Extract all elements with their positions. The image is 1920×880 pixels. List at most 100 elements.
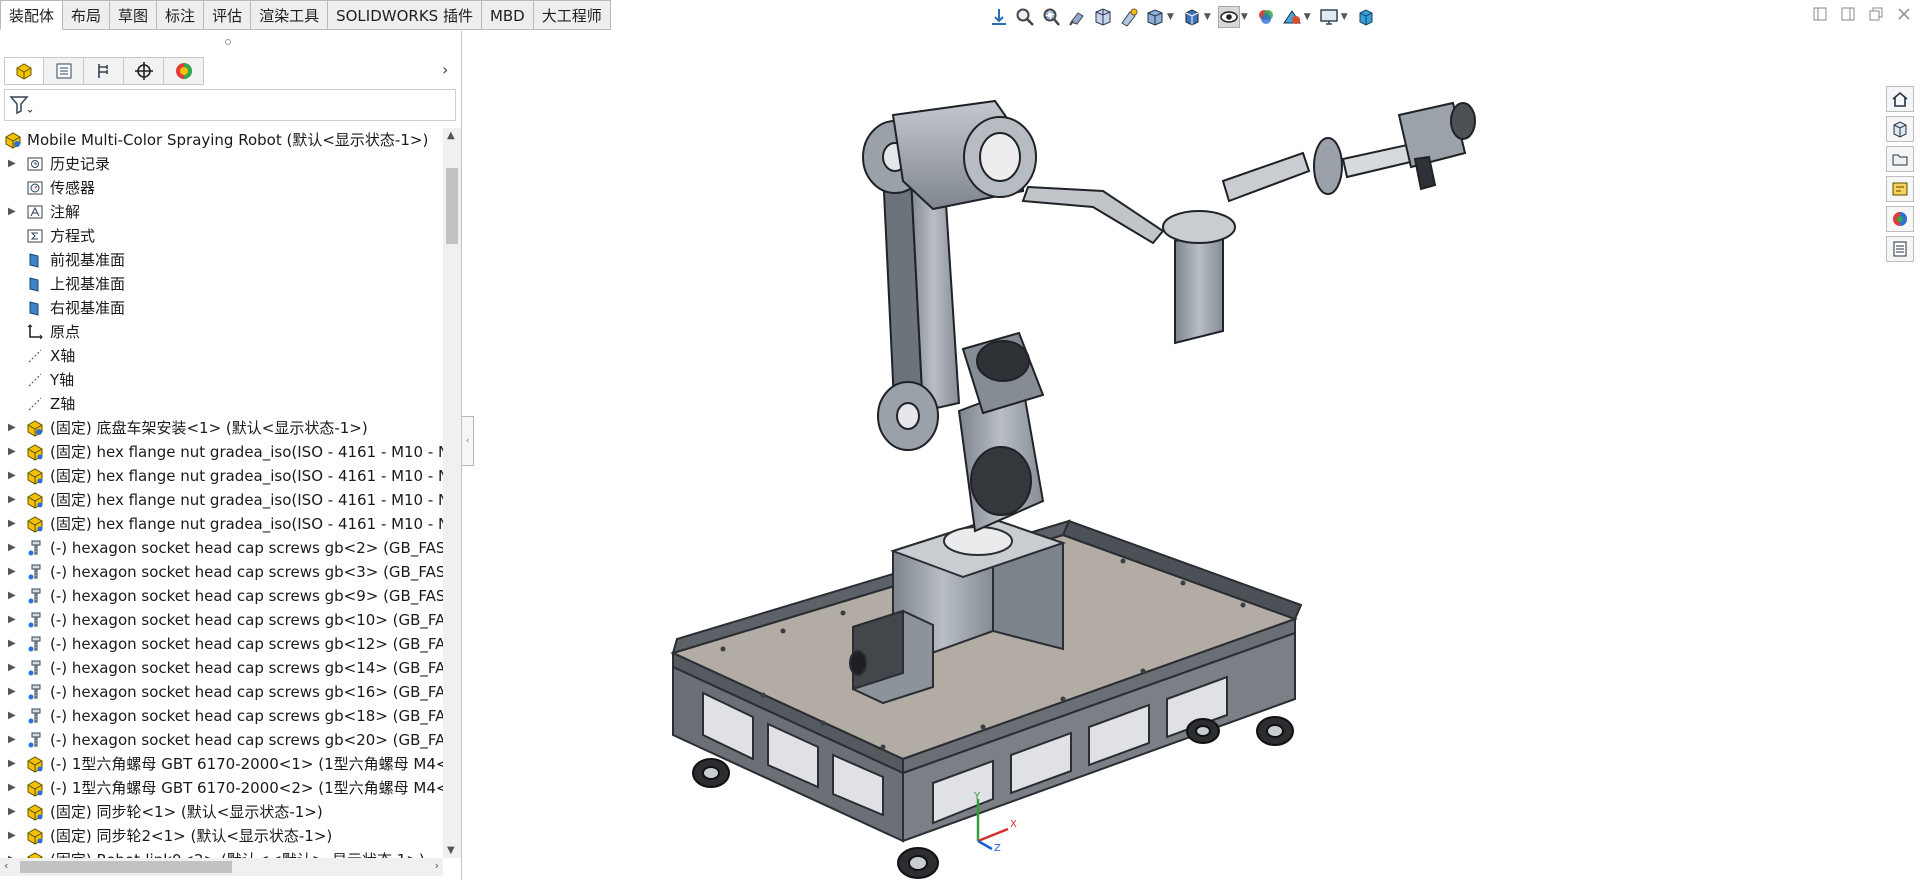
expand-icon[interactable]: ▶ <box>8 752 16 776</box>
expand-icon[interactable]: ▶ <box>8 512 16 536</box>
tab-1[interactable]: 布局 <box>63 0 111 30</box>
expand-icon[interactable]: ▶ <box>8 656 16 680</box>
tree-item[interactable]: ▶ (-) hexagon socket head cap screws gb<2… <box>0 728 443 752</box>
expand-icon[interactable]: ▶ <box>8 728 16 752</box>
scroll-up-icon[interactable]: ▲ <box>447 130 455 141</box>
expand-icon[interactable]: ▶ <box>8 608 16 632</box>
edit-appearance-icon[interactable] <box>1255 6 1277 28</box>
tree-item[interactable]: Y轴 <box>0 368 443 392</box>
property-manager-tab[interactable] <box>44 57 84 85</box>
tree-item[interactable]: ▶ (-) 1型六角螺母 GBT 6170-2000<2> (1型六角螺母 M4<… <box>0 776 443 800</box>
tree-item[interactable]: 前视基准面 <box>0 248 443 272</box>
tab-8[interactable]: 大工程师 <box>533 0 611 30</box>
tree-vertical-scrollbar[interactable]: ▲ ▼ <box>443 128 461 858</box>
scroll-down-icon[interactable]: ▼ <box>447 845 455 856</box>
scrollbar-thumb[interactable] <box>20 861 232 873</box>
zoom-to-area-icon[interactable] <box>1040 6 1062 28</box>
tab-0[interactable]: 装配体 <box>0 0 64 30</box>
feature-manager-tab[interactable] <box>4 57 44 85</box>
tab-7[interactable]: MBD <box>481 0 534 30</box>
tree-item[interactable]: X轴 <box>0 344 443 368</box>
apply-scene-icon[interactable] <box>1281 6 1303 28</box>
display-manager-tab[interactable] <box>164 57 204 85</box>
tree-item[interactable]: ▶ (-) hexagon socket head cap screws gb<1… <box>0 680 443 704</box>
dynamic-annotation-icon[interactable] <box>1118 6 1140 28</box>
tree-item[interactable]: ▶ (-) hexagon socket head cap screws gb<2… <box>0 536 443 560</box>
tree-item[interactable]: ▶ (固定) Robot-link0<2> (默认<<默认>_显示状态 1>) <box>0 848 443 858</box>
custom-properties-icon[interactable] <box>1886 236 1914 262</box>
tree-item[interactable]: ▶ (固定) hex flange nut gradea_iso(ISO - 41… <box>0 464 443 488</box>
tree-item[interactable]: ▶ (-) hexagon socket head cap screws gb<1… <box>0 608 443 632</box>
view-palette-icon[interactable] <box>1886 176 1914 202</box>
monitor-icon[interactable] <box>1318 6 1340 28</box>
restore-window-icon[interactable] <box>1868 6 1884 22</box>
view-orientation-menu-icon[interactable] <box>1144 6 1166 28</box>
expand-icon[interactable]: ▶ <box>8 488 16 512</box>
view-settings-icon[interactable] <box>1355 6 1377 28</box>
appearances-icon[interactable] <box>1886 206 1914 232</box>
tab-4[interactable]: 评估 <box>204 0 252 30</box>
expand-icon[interactable]: ▶ <box>8 800 16 824</box>
chevron-down-icon[interactable]: ▼ <box>1341 12 1348 22</box>
file-explorer-icon[interactable] <box>1886 146 1914 172</box>
chevron-down-icon[interactable]: ▼ <box>1167 12 1174 22</box>
expand-icon[interactable]: ▶ <box>8 704 16 728</box>
chevron-down-icon[interactable]: ▼ <box>1241 12 1248 22</box>
tree-item[interactable]: 方程式 <box>0 224 443 248</box>
tree-item[interactable]: ▶ (-) hexagon socket head cap screws gb<1… <box>0 704 443 728</box>
tree-item[interactable]: Z轴 <box>0 392 443 416</box>
robot-model-render[interactable] <box>463 31 1883 880</box>
tab-2[interactable]: 草图 <box>110 0 158 30</box>
expand-icon[interactable]: ▶ <box>8 560 16 584</box>
configuration-manager-tab[interactable] <box>84 57 124 85</box>
tree-root[interactable]: Mobile Multi-Color Spraying Robot (默认<显示… <box>0 128 443 152</box>
zoom-to-fit-icon[interactable] <box>1014 6 1036 28</box>
expand-icon[interactable]: ▶ <box>8 680 16 704</box>
home-icon[interactable] <box>1886 86 1914 112</box>
previous-view-icon[interactable] <box>1066 6 1088 28</box>
tree-item[interactable]: ▶ (-) hexagon socket head cap screws gb<1… <box>0 632 443 656</box>
tree-item[interactable]: ▶ (-) hexagon socket head cap screws gb<3… <box>0 560 443 584</box>
tab-3[interactable]: 标注 <box>157 0 205 30</box>
tree-item[interactable]: ▶ (固定) 底盘车架安装<1> (默认<显示状态-1>) <box>0 416 443 440</box>
scrollbar-thumb[interactable] <box>446 168 458 244</box>
display-style-icon[interactable] <box>1181 6 1203 28</box>
tree-item[interactable]: ▶ 历史记录 <box>0 152 443 176</box>
chevron-down-icon[interactable]: ▼ <box>1204 12 1211 22</box>
tab-6[interactable]: SOLIDWORKS 插件 <box>328 0 482 30</box>
tree-horizontal-scrollbar[interactable]: ‹ › <box>0 858 443 876</box>
dimxpert-manager-tab[interactable] <box>124 57 164 85</box>
section-view-icon[interactable] <box>1092 6 1114 28</box>
tree-item[interactable]: ▶ (-) hexagon socket head cap screws gb<1… <box>0 656 443 680</box>
tree-item[interactable]: ▶ (固定) hex flange nut gradea_iso(ISO - 41… <box>0 512 443 536</box>
tree-item[interactable]: ▶ 注解 <box>0 200 443 224</box>
expand-icon[interactable]: ▶ <box>8 440 16 464</box>
tree-filter-field[interactable] <box>4 89 456 121</box>
panel-grip-icon[interactable] <box>225 39 231 45</box>
expand-icon[interactable]: ▶ <box>8 848 16 858</box>
tree-item[interactable]: ▶ (固定) 同步轮2<1> (默认<显示状态-1>) <box>0 824 443 848</box>
tab-5[interactable]: 渲染工具 <box>251 0 329 30</box>
view-orientation-icon[interactable] <box>988 6 1010 28</box>
expand-icon[interactable]: ▶ <box>8 776 16 800</box>
tree-item[interactable]: 原点 <box>0 320 443 344</box>
expand-icon[interactable]: ▶ <box>8 536 16 560</box>
graphics-area[interactable]: Y X Z <box>463 31 1883 880</box>
expand-icon[interactable]: ▶ <box>8 584 16 608</box>
tree-item[interactable]: ▶ (固定) hex flange nut gradea_iso(ISO - 41… <box>0 440 443 464</box>
expand-icon[interactable]: ▶ <box>8 464 16 488</box>
scroll-left-icon[interactable]: ‹ <box>4 859 8 872</box>
tree-item[interactable]: ▶ (固定) 同步轮<1> (默认<显示状态-1>) <box>0 800 443 824</box>
tree-item[interactable]: 传感器 <box>0 176 443 200</box>
dock-left-icon[interactable] <box>1812 6 1828 22</box>
tree-item[interactable]: ▶ (-) 1型六角螺母 GBT 6170-2000<1> (1型六角螺母 M4<… <box>0 752 443 776</box>
close-icon[interactable] <box>1896 6 1912 22</box>
hide-show-items-icon[interactable] <box>1217 6 1240 28</box>
expand-icon[interactable]: ▶ <box>8 416 16 440</box>
chevron-right-icon[interactable]: › <box>442 60 448 79</box>
scroll-right-icon[interactable]: › <box>435 859 439 872</box>
expand-icon[interactable]: ▶ <box>8 152 16 176</box>
tree-item[interactable]: 右视基准面 <box>0 296 443 320</box>
tree-item[interactable]: ▶ (-) hexagon socket head cap screws gb<9… <box>0 584 443 608</box>
design-library-icon[interactable] <box>1886 116 1914 142</box>
